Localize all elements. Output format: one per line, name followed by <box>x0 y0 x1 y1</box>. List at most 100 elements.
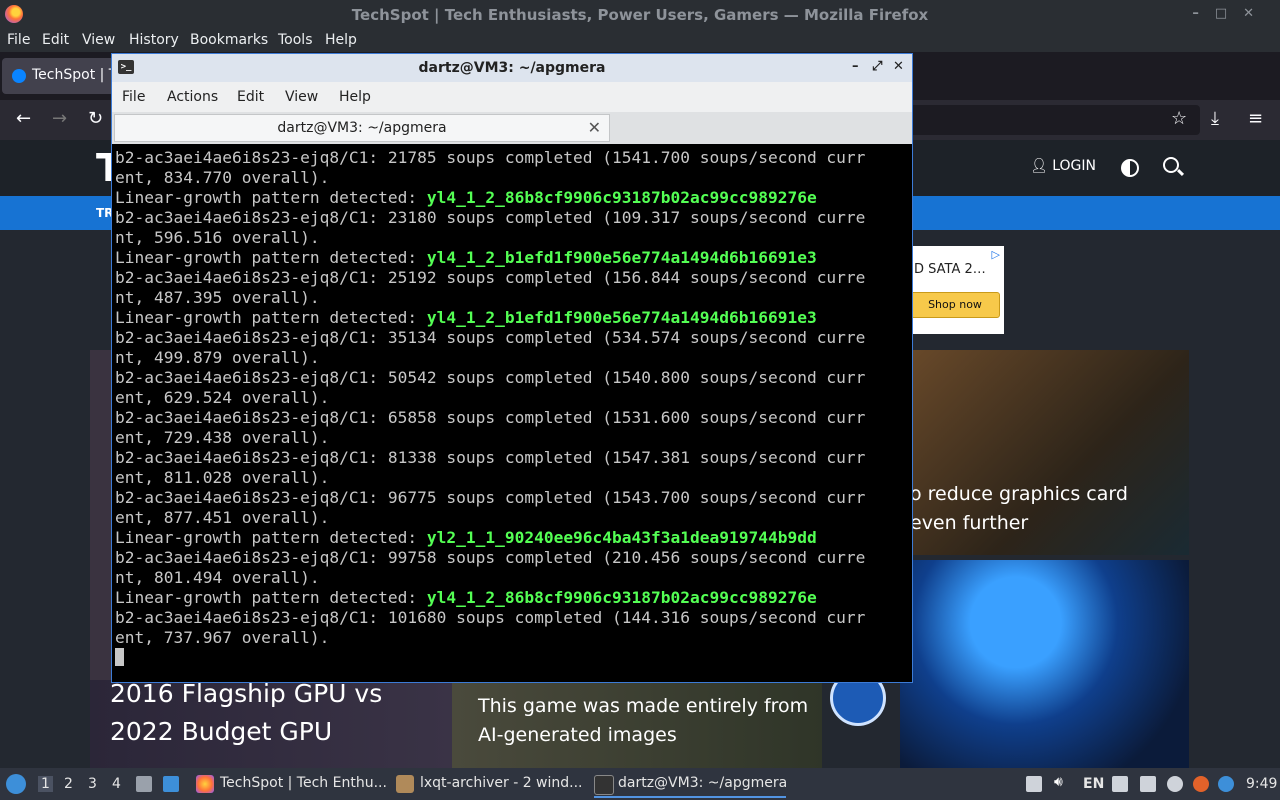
article-card-pc-build-image[interactable] <box>900 560 1189 768</box>
article-headline-ai-game: This game was made entirely from AI-gene… <box>478 695 809 746</box>
terminal-menubar: File Actions Edit View Help <box>112 82 912 112</box>
archive-icon <box>396 775 414 793</box>
search-icon[interactable] <box>1163 157 1179 173</box>
terminal-line-text: nt, 596.516 overall). <box>115 228 320 247</box>
back-arrow-icon[interactable]: ← <box>16 108 31 129</box>
terminal-line: ent, 877.451 overall). <box>115 508 909 528</box>
forward-arrow-icon[interactable]: → <box>52 108 67 129</box>
terminal-menu-file[interactable]: File <box>122 89 145 105</box>
article-card-ai-game[interactable]: This game was made entirely from AI-gene… <box>452 680 822 768</box>
firefox-menu-file[interactable]: File <box>7 32 30 48</box>
ad-text: D SATA 2… <box>914 262 986 277</box>
terminal-line: b2-ac3aei4ae6i8s23-ejq8/C1: 65858 soups … <box>115 408 909 428</box>
firefox-menu-help[interactable]: Help <box>325 32 357 48</box>
techspot-favicon-icon <box>12 69 26 83</box>
contrast-toggle-icon[interactable] <box>1121 159 1139 177</box>
tab-close-icon[interactable]: ✕ <box>588 118 601 137</box>
terminal-line: b2-ac3aei4ae6i8s23-ejq8/C1: 25192 soups … <box>115 268 909 288</box>
terminal-line-text: nt, 499.879 overall). <box>115 348 320 367</box>
bookmark-star-icon[interactable]: ☆ <box>1171 108 1187 129</box>
start-menu-icon[interactable] <box>6 774 26 794</box>
workspace-1[interactable]: 1 <box>38 776 53 792</box>
firefox-window-controls[interactable]: –□✕ <box>1192 6 1270 21</box>
firefox-menu-view[interactable]: View <box>82 32 115 48</box>
pattern-id: yl4_1_2_b1efd1f900e56e774a1494d6b16691e3 <box>426 308 817 327</box>
terminal-line: Linear-growth pattern detected: yl4_1_2_… <box>115 308 909 328</box>
firefox-titlebar: TechSpot | Tech Enthusiasts, Power Users… <box>0 0 1280 30</box>
terminal-line: nt, 596.516 overall). <box>115 228 909 248</box>
terminal-menu-edit[interactable]: Edit <box>237 89 264 105</box>
ad-shop-now-button[interactable]: Shop now <box>910 292 1000 318</box>
terminal-line-text: b2-ac3aei4ae6i8s23-ejq8/C1: 65858 soups … <box>115 408 866 427</box>
terminal-menu-view[interactable]: View <box>285 89 318 105</box>
taskbar-item-terminal-label: dartz@VM3: ~/apgmera <box>618 775 788 791</box>
terminal-menu-help[interactable]: Help <box>339 89 371 105</box>
display-icon[interactable] <box>1140 776 1156 792</box>
ad-choices-icon[interactable]: ▷ <box>992 248 1000 261</box>
taskbar-item-archiver[interactable]: lxqt-archiver - 2 wind... <box>396 772 586 796</box>
network-icon[interactable] <box>1167 776 1183 792</box>
terminal-line-text: ent, 737.967 overall). <box>115 628 330 647</box>
terminal-icon <box>594 775 614 795</box>
taskbar-item-archiver-label: lxqt-archiver - 2 wind... <box>420 775 583 791</box>
hamburger-menu-icon[interactable]: ≡ <box>1248 108 1263 129</box>
terminal-line: Linear-growth pattern detected: yl4_1_2_… <box>115 248 909 268</box>
terminal-line: nt, 499.879 overall). <box>115 348 909 368</box>
firefox-menu-history[interactable]: History <box>129 32 179 48</box>
workspace-2[interactable]: 2 <box>64 776 73 792</box>
article-card-gpu-comparison[interactable]: 2016 Flagship GPU vs 2022 Budget GPU <box>90 679 452 768</box>
minimize-icon[interactable]: – <box>852 59 859 74</box>
workspace-4[interactable]: 4 <box>112 776 121 792</box>
tray-notification-icon[interactable] <box>1026 776 1042 792</box>
close-icon[interactable]: ✕ <box>893 59 904 74</box>
terminal-line: b2-ac3aei4ae6i8s23-ejq8/C1: 101680 soups… <box>115 608 909 628</box>
show-desktop-icon[interactable] <box>163 776 179 792</box>
terminal-line-text: Linear-growth pattern detected: <box>115 528 427 547</box>
terminal-tab-label: dartz@VM3: ~/apgmera <box>277 120 447 136</box>
firefox-icon <box>196 775 214 793</box>
user-icon: 👤︎ <box>1030 158 1053 174</box>
maximize-icon[interactable]: ⤢ <box>872 59 882 74</box>
terminal-prompt-line <box>115 648 909 668</box>
taskbar-item-firefox[interactable]: TechSpot | Tech Enthu... <box>196 772 388 796</box>
terminal-line-text: Linear-growth pattern detected: <box>115 248 427 267</box>
clipboard-icon[interactable] <box>1112 776 1128 792</box>
terminal-window[interactable]: >_ dartz@VM3: ~/apgmera – ⤢ ✕ File Actio… <box>111 53 913 683</box>
volume-icon[interactable]: 🔊︎ <box>1054 774 1070 790</box>
terminal-line: b2-ac3aei4ae6i8s23-ejq8/C1: 99758 soups … <box>115 548 909 568</box>
clock[interactable]: 9:49 <box>1246 776 1277 792</box>
terminal-line-text: nt, 487.395 overall). <box>115 288 320 307</box>
article-headline-graphics-card: o reduce graphics card even further <box>910 483 1128 534</box>
reload-icon[interactable]: ↻ <box>88 108 103 129</box>
keyboard-layout-indicator[interactable]: EN <box>1083 776 1104 792</box>
terminal-titlebar[interactable]: >_ dartz@VM3: ~/apgmera – ⤢ ✕ <box>112 54 912 82</box>
terminal-line-text: b2-ac3aei4ae6i8s23-ejq8/C1: 23180 soups … <box>115 208 866 227</box>
advertisement[interactable]: ▷ D SATA 2… Shop now <box>900 246 1004 334</box>
firefox-menubar: File Edit View History Bookmarks Tools H… <box>0 30 1280 52</box>
terminal-output[interactable]: b2-ac3aei4ae6i8s23-ejq8/C1: 21785 soups … <box>115 148 909 678</box>
article-card-graphics-card[interactable]: o reduce graphics card even further <box>900 350 1189 555</box>
downloads-icon[interactable]: ⤓ <box>1211 108 1219 129</box>
terminal-line: Linear-growth pattern detected: yl4_1_2_… <box>115 588 909 608</box>
terminal-line-text: b2-ac3aei4ae6i8s23-ejq8/C1: 99758 soups … <box>115 548 866 567</box>
terminal-line: b2-ac3aei4ae6i8s23-ejq8/C1: 81338 soups … <box>115 448 909 468</box>
workspace-3[interactable]: 3 <box>88 776 97 792</box>
info-icon[interactable] <box>1218 776 1234 792</box>
terminal-tab[interactable]: dartz@VM3: ~/apgmera ✕ <box>114 114 610 142</box>
firefox-menu-tools[interactable]: Tools <box>278 32 313 48</box>
terminal-line-text: ent, 811.028 overall). <box>115 468 330 487</box>
terminal-menu-actions[interactable]: Actions <box>167 89 218 105</box>
login-link[interactable]: 👤︎ LOGIN <box>1030 158 1096 174</box>
update-icon[interactable] <box>1193 776 1209 792</box>
firefox-menu-bookmarks[interactable]: Bookmarks <box>190 32 268 48</box>
terminal-line-text: ent, 729.438 overall). <box>115 428 330 447</box>
file-manager-icon[interactable] <box>136 776 152 792</box>
firefox-menu-edit[interactable]: Edit <box>42 32 69 48</box>
terminal-line: ent, 629.524 overall). <box>115 388 909 408</box>
firefox-tab-techspot[interactable]: TechSpot | T <box>2 58 120 94</box>
taskbar-item-terminal[interactable]: dartz@VM3: ~/apgmera <box>594 772 788 798</box>
terminal-line-text: b2-ac3aei4ae6i8s23-ejq8/C1: 50542 soups … <box>115 368 866 387</box>
terminal-line: b2-ac3aei4ae6i8s23-ejq8/C1: 23180 soups … <box>115 208 909 228</box>
terminal-line-text: b2-ac3aei4ae6i8s23-ejq8/C1: 25192 soups … <box>115 268 866 287</box>
terminal-line-text: b2-ac3aei4ae6i8s23-ejq8/C1: 21785 soups … <box>115 148 866 167</box>
